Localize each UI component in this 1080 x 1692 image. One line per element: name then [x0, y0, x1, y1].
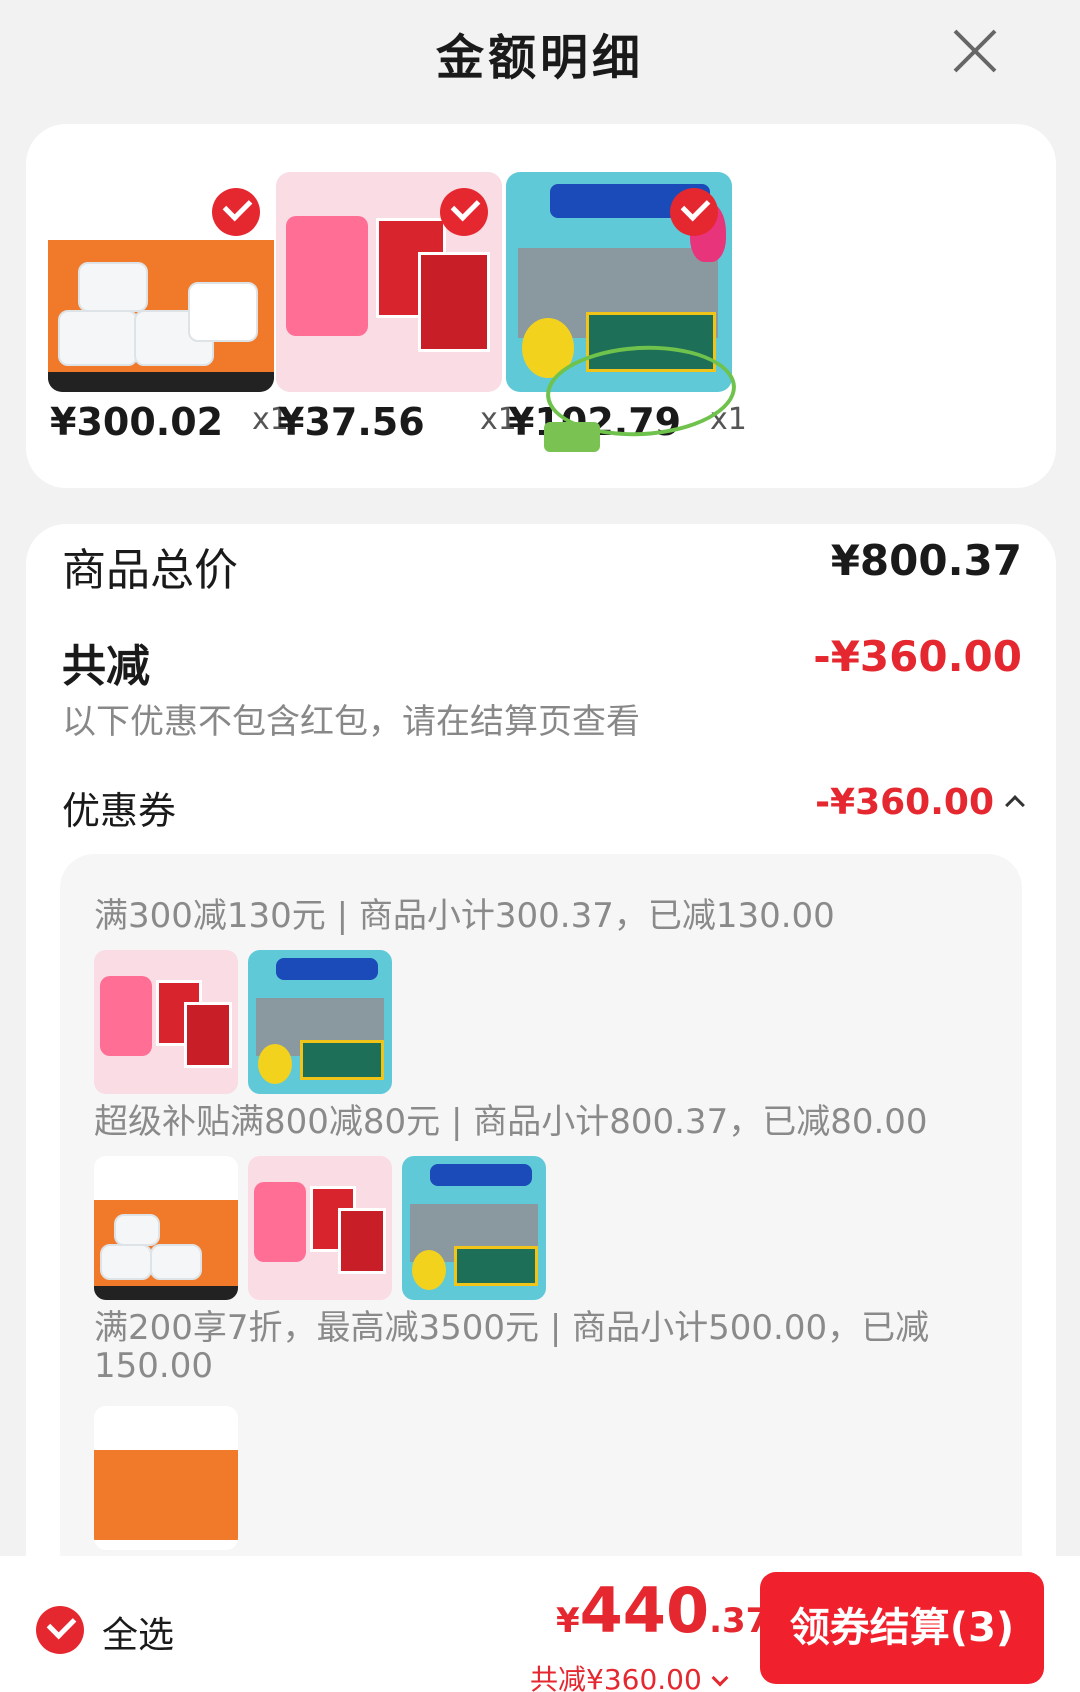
amount-detail-card: 商品总价 ¥800.37 共减 -¥360.00 以下优惠不包含红包，请在结算页… — [26, 524, 1056, 1692]
product-item-2[interactable]: ¥37.56 x1 — [276, 172, 517, 444]
coupon-breakdown: 满300减130元 | 商品小计300.37，已减130.00 超级补贴满800… — [60, 854, 1022, 1654]
chevron-down-icon — [711, 1669, 729, 1687]
coupon-product-thumb — [94, 950, 238, 1094]
currency-symbol: ¥ — [556, 1601, 580, 1641]
total-price-value: ¥800.37 — [830, 536, 1022, 585]
sheet-header: 金额明细 — [0, 0, 1080, 110]
selected-check-icon[interactable] — [440, 188, 488, 236]
coupon-product-thumb — [248, 950, 392, 1094]
checkout-bar: 全选 ¥440.37 共减¥360.00 领券结算(3) — [0, 1556, 1080, 1692]
select-all-check-icon[interactable] — [36, 1606, 84, 1654]
coupon-value: -¥360.00 — [815, 782, 994, 823]
coupon-product-thumb — [402, 1156, 546, 1300]
page-title: 金额明细 — [435, 30, 644, 86]
coupon-toggle[interactable]: -¥360.00 — [815, 782, 1025, 823]
discount-label: 共减 — [62, 641, 150, 692]
coupon-product-thumb — [94, 1406, 238, 1550]
product-item-1[interactable]: ¥300.02 x1 — [48, 172, 289, 444]
coupon-rule-2: 超级补贴满800减80元 | 商品小计800.37，已减80.00 — [94, 1102, 928, 1142]
discount-note: 以下优惠不包含红包，请在结算页查看 — [62, 702, 640, 742]
total-integer: 440 — [579, 1574, 710, 1647]
coupon-product-thumb — [248, 1156, 392, 1300]
coupon-product-thumb — [94, 1156, 238, 1300]
selected-check-icon[interactable] — [212, 188, 260, 236]
selected-check-icon[interactable] — [670, 188, 718, 236]
product-price: ¥37.56 — [278, 400, 425, 444]
coupon-rule-3: 满200享7折，最高减3500元 | 商品小计500.00，已减 — [94, 1308, 930, 1348]
product-image-cambridge — [276, 172, 502, 392]
saving-text: 共减¥360.00 — [530, 1663, 702, 1692]
product-image-avene — [48, 172, 274, 392]
select-all-label[interactable]: 全选 — [102, 1606, 174, 1658]
saving-toggle[interactable]: 共减¥360.00 — [530, 1658, 729, 1692]
book-badge-icon — [544, 422, 600, 452]
payable-total: ¥440.37 — [556, 1574, 769, 1647]
coupon-rule-3-cont: 150.00 — [94, 1346, 213, 1386]
chevron-up-icon — [1005, 795, 1025, 815]
coupon-rule-1: 满300减130元 | 商品小计300.37，已减130.00 — [94, 896, 835, 936]
product-strip: ¥300.02 x1 ¥37.56 x1 ¥102.79 x1 — [26, 124, 1056, 488]
checkout-button[interactable]: 领券结算(3) — [760, 1572, 1044, 1684]
close-icon[interactable] — [950, 26, 1000, 76]
discount-value: -¥360.00 — [813, 632, 1022, 681]
product-price: ¥300.02 — [50, 400, 224, 444]
total-price-label: 商品总价 — [62, 545, 238, 596]
coupon-label: 优惠券 — [62, 789, 177, 833]
